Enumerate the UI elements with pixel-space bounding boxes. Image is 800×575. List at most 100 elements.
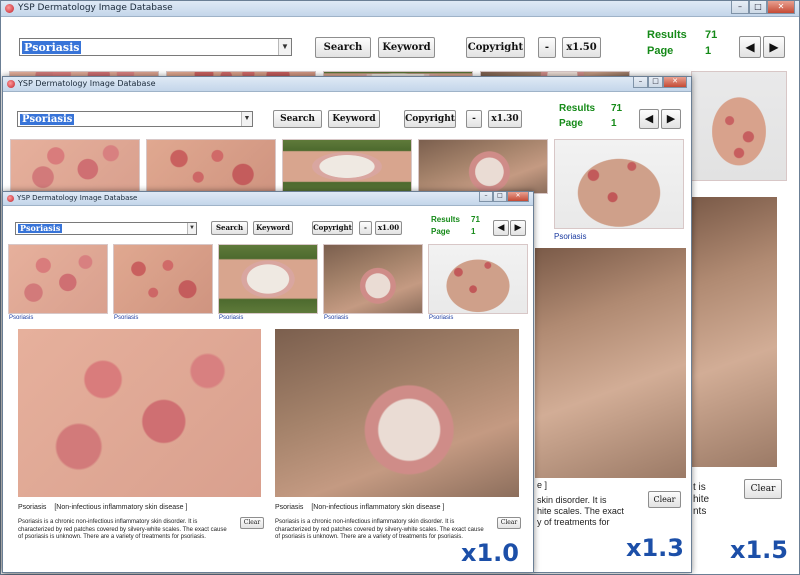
- search-button[interactable]: Search: [315, 37, 371, 58]
- results-count: 71: [471, 215, 480, 224]
- thumbnail-caption[interactable]: Psoriasis: [429, 315, 453, 321]
- detail-description-fragment: skin disorder. It is: [537, 495, 607, 505]
- thumbnail-caption[interactable]: Psoriasis: [219, 315, 243, 321]
- titlebar: YSP Dermatology Image Database – □ ✕: [1, 1, 799, 17]
- chevron-down-icon[interactable]: ▼: [187, 223, 196, 234]
- keyword-button[interactable]: Keyword: [253, 221, 293, 235]
- results-label: Results: [647, 29, 687, 41]
- maximize-icon[interactable]: □: [648, 77, 663, 88]
- thumbnail-image[interactable]: [691, 71, 787, 181]
- close-icon[interactable]: ✕: [507, 192, 529, 202]
- chevron-down-icon[interactable]: ▼: [278, 39, 291, 55]
- results-count: 71: [611, 103, 623, 114]
- app-icon: [7, 80, 15, 88]
- detail-category: [Non-infectious inflammatory skin diseas…: [54, 504, 188, 511]
- clear-button[interactable]: Clear: [648, 491, 681, 508]
- thumbnail-image[interactable]: [146, 139, 276, 194]
- next-page-button[interactable]: ▶: [763, 36, 785, 58]
- copyright-button[interactable]: Copyright: [404, 110, 456, 128]
- search-value: Psoriasis: [20, 114, 75, 125]
- search-combobox[interactable]: Psoriasis ▼: [17, 111, 253, 127]
- zoom-overlay-label: x1.0: [461, 539, 519, 567]
- page-label: Page: [647, 45, 674, 57]
- search-button[interactable]: Search: [211, 221, 248, 235]
- triangle-right-icon: ▶: [666, 112, 676, 125]
- chevron-down-icon[interactable]: ▼: [241, 112, 252, 126]
- close-icon[interactable]: ✕: [767, 1, 795, 14]
- triangle-left-icon: ◀: [745, 40, 755, 54]
- minimize-icon[interactable]: –: [731, 1, 749, 14]
- thumbnail-caption[interactable]: Psoriasis: [114, 315, 138, 321]
- detail-image: [535, 248, 686, 478]
- detail-category: [Non-infectious inflammatory skin diseas…: [311, 504, 445, 511]
- detail-description-fragment: hite scales. The exact: [537, 506, 624, 516]
- detail-description-fragment: nts: [693, 506, 707, 517]
- prev-page-button[interactable]: ◀: [493, 220, 509, 236]
- thumbnail-image[interactable]: [282, 139, 412, 194]
- thumbnail-image[interactable]: [554, 139, 684, 229]
- detail-title: Psoriasis [Non-infectious inflammatory s…: [275, 504, 444, 511]
- minimize-icon[interactable]: –: [479, 192, 493, 202]
- detail-category-fragment: e ]: [537, 480, 548, 490]
- detail-description: Psoriasis is a chronic non-infectious in…: [275, 519, 484, 540]
- clear-button[interactable]: Clear: [497, 517, 521, 529]
- prev-page-button[interactable]: ◀: [639, 109, 659, 129]
- window-title: YSP Dermatology Image Database: [18, 3, 173, 13]
- thumbnail-image[interactable]: [418, 139, 548, 194]
- detail-image: [275, 329, 519, 497]
- titlebar: YSP Dermatology Image Database – □ ✕: [3, 192, 533, 206]
- minimize-icon[interactable]: –: [633, 77, 648, 88]
- detail-description-fragment: y of treatments for: [537, 517, 610, 527]
- thumbnail-image[interactable]: [428, 244, 528, 314]
- clear-button[interactable]: Clear: [240, 517, 264, 529]
- search-combobox[interactable]: Psoriasis ▼: [15, 222, 197, 235]
- thumbnail-image[interactable]: [323, 244, 423, 314]
- thumbnail-caption[interactable]: Psoriasis: [324, 315, 348, 321]
- zoom-overlay-label: x1.5: [730, 536, 788, 564]
- zoom-out-button[interactable]: -: [538, 37, 556, 58]
- thumbnail-image[interactable]: [218, 244, 318, 314]
- thumbnail-image[interactable]: [8, 244, 108, 314]
- zoom-out-button[interactable]: -: [359, 221, 372, 235]
- detail-image: [18, 329, 261, 497]
- window-title: YSP Dermatology Image Database: [17, 194, 138, 202]
- maximize-icon[interactable]: □: [493, 192, 507, 202]
- triangle-left-icon: ◀: [644, 112, 654, 125]
- copyright-button[interactable]: Copyright: [466, 37, 525, 58]
- prev-page-button[interactable]: ◀: [739, 36, 761, 58]
- search-button[interactable]: Search: [273, 110, 322, 128]
- zoom-level-button[interactable]: x1.00: [375, 221, 402, 235]
- detail-description: Psoriasis is a chronic non-infectious in…: [18, 519, 227, 540]
- next-page-button[interactable]: ▶: [661, 109, 681, 129]
- search-value: Psoriasis: [22, 41, 82, 54]
- titlebar: YSP Dermatology Image Database – □ ✕: [3, 77, 691, 92]
- detail-title: Psoriasis [Non-infectious inflammatory s…: [18, 504, 187, 511]
- keyword-button[interactable]: Keyword: [378, 37, 435, 58]
- clear-button[interactable]: Clear: [744, 479, 782, 499]
- close-icon[interactable]: ✕: [663, 77, 687, 88]
- search-combobox[interactable]: Psoriasis ▼: [19, 38, 292, 56]
- page-number: 1: [471, 227, 476, 236]
- detail-name: Psoriasis: [275, 504, 304, 511]
- triangle-left-icon: ◀: [497, 223, 505, 233]
- results-count: 71: [705, 29, 718, 41]
- detail-image: [691, 197, 777, 467]
- thumbnail-caption[interactable]: Psoriasis: [554, 232, 586, 241]
- thumbnail-image[interactable]: [10, 139, 140, 194]
- thumbnail-caption[interactable]: Psoriasis: [9, 315, 33, 321]
- zoom-out-button[interactable]: -: [466, 110, 482, 128]
- detail-description-fragment: hite: [693, 494, 710, 505]
- zoom-level-button[interactable]: x1.30: [488, 110, 522, 128]
- next-page-button[interactable]: ▶: [510, 220, 526, 236]
- keyword-button[interactable]: Keyword: [328, 110, 380, 128]
- window-title: YSP Dermatology Image Database: [18, 79, 156, 88]
- detail-description-fragment: t is: [693, 482, 706, 493]
- triangle-right-icon: ▶: [514, 223, 522, 233]
- thumbnail-image[interactable]: [113, 244, 213, 314]
- copyright-button[interactable]: Copyright: [312, 221, 353, 235]
- zoom-level-button[interactable]: x1.50: [562, 37, 601, 58]
- app-icon: [5, 4, 14, 13]
- app-icon: [7, 195, 14, 202]
- maximize-icon[interactable]: □: [749, 1, 767, 14]
- page-number: 1: [611, 118, 617, 129]
